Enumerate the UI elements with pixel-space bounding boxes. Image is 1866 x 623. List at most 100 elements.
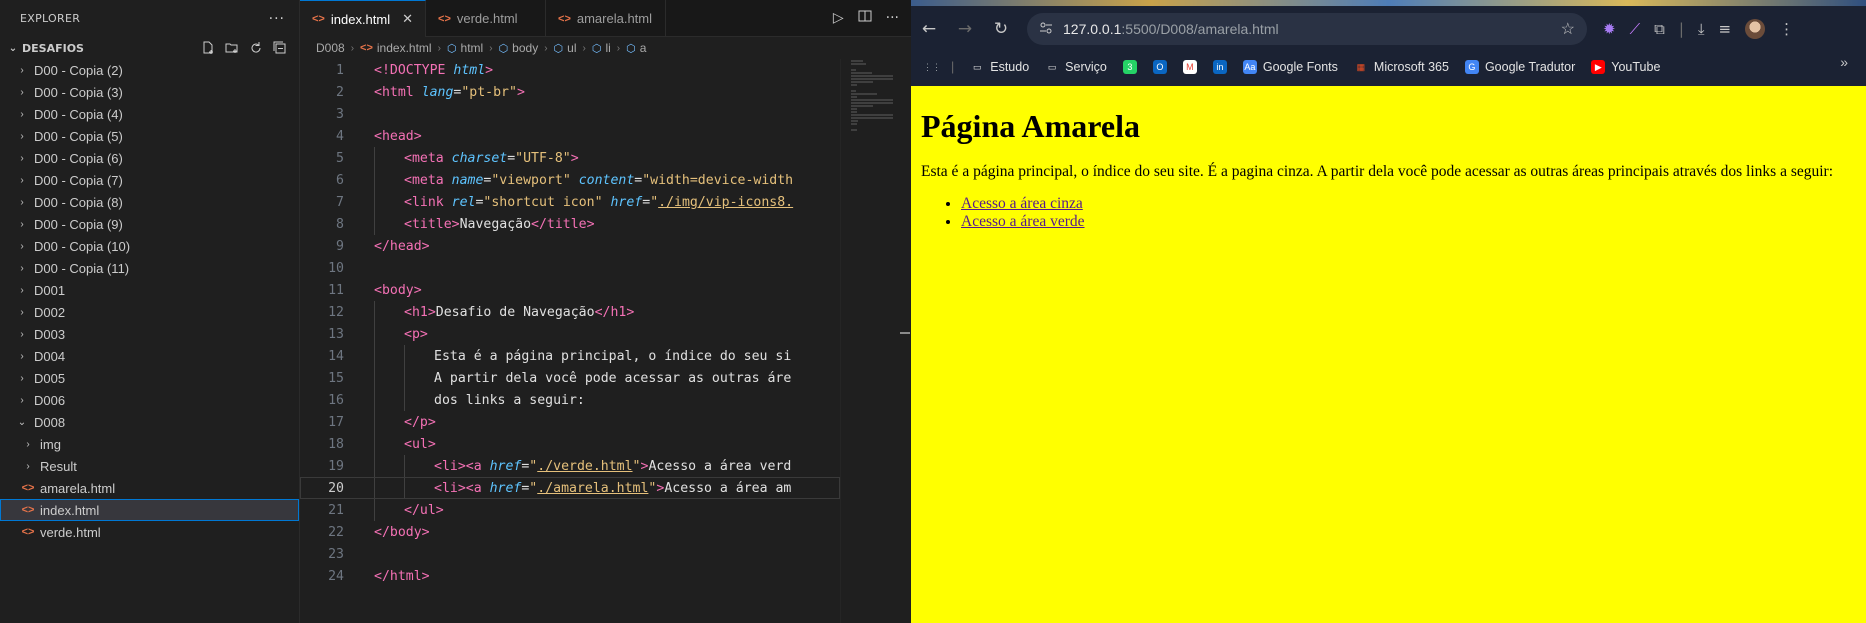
new-file-icon[interactable] [201, 41, 215, 55]
minimap-line [851, 63, 867, 65]
bookmark-item[interactable]: Aa Google Fonts [1242, 60, 1338, 74]
address-bar[interactable]: 127.0.0.1:5500/D008/amarela.html ☆ [1027, 13, 1587, 45]
breadcrumb-item[interactable]: html [461, 41, 484, 55]
editor-tab[interactable]: <> index.html ✕ [300, 0, 427, 37]
tree-folder[interactable]: › D00 - Copia (3) [0, 81, 299, 103]
downloads-icon[interactable]: ⤓ [1698, 20, 1705, 38]
tree-folder[interactable]: › D00 - Copia (6) [0, 147, 299, 169]
indent-guide [374, 169, 404, 191]
tree-item-label: img [40, 436, 61, 452]
bookmark-item[interactable]: ▶ YouTube [1591, 60, 1660, 74]
editor-tab[interactable]: <> verde.html [426, 0, 547, 37]
breadcrumb-item[interactable]: a [640, 41, 647, 55]
bookmark-divider: | [951, 60, 955, 74]
tree-folder[interactable]: › D002 [0, 301, 299, 323]
browser-menu-icon[interactable]: ⋮ [1779, 20, 1794, 38]
breadcrumb-separator-icon: › [582, 42, 586, 54]
bookmark-item[interactable]: ▭ Serviço [1045, 60, 1107, 74]
link-cinza[interactable]: Acesso a área cinza [961, 195, 1083, 212]
tree-folder[interactable]: › D00 - Copia (7) [0, 169, 299, 191]
forward-arrow-icon[interactable]: → [947, 19, 983, 39]
tree-folder[interactable]: › D006 [0, 389, 299, 411]
chevron-right-icon: › [20, 394, 24, 406]
refresh-icon[interactable] [249, 41, 263, 55]
tree-file[interactable]: <> amarela.html [0, 477, 299, 499]
editor-more-icon[interactable]: ··· [886, 10, 899, 26]
code-line: 24 </html> [300, 565, 840, 587]
tree-item-label: D00 - Copia (5) [34, 128, 123, 144]
tree-folder[interactable]: › D005 [0, 367, 299, 389]
code-text: <body> [348, 283, 422, 298]
tree-folder[interactable]: › D00 - Copia (9) [0, 213, 299, 235]
tree-folder[interactable]: › img [0, 433, 299, 455]
link-verde[interactable]: Acesso a área verde [961, 213, 1085, 230]
bookmark-item[interactable]: ▭ Estudo [970, 60, 1029, 74]
linkedin-icon: in [1212, 60, 1227, 74]
tree-folder[interactable]: › Result [0, 455, 299, 477]
code-token: <!DOCTYPE [374, 62, 454, 78]
code-token: ./verde.html [537, 459, 633, 474]
breadcrumb-item[interactable]: ul [567, 41, 576, 55]
bookmark-item[interactable]: 3 [1122, 60, 1137, 74]
bookmark-item[interactable]: ▦ Microsoft 365 [1354, 60, 1449, 74]
tree-folder[interactable]: › D00 - Copia (11) [0, 257, 299, 279]
minimap[interactable] [840, 59, 900, 623]
extension-feather-icon[interactable]: ⟋ [1630, 20, 1641, 38]
breadcrumb-item[interactable]: body [512, 41, 538, 55]
back-arrow-icon[interactable]: ← [911, 19, 947, 39]
indent-guide [374, 147, 404, 169]
tree-folder[interactable]: › D00 - Copia (10) [0, 235, 299, 257]
extension-gear-icon[interactable]: ✹ [1603, 20, 1616, 38]
tree-folder[interactable]: ⌄ D008 [0, 411, 299, 433]
bookmark-label: Microsoft 365 [1373, 60, 1449, 74]
code-editor[interactable]: 1 <!DOCTYPE html> 2 <html lang="pt-br"> 3 4 <h… [300, 59, 840, 623]
code-token: lang [421, 84, 454, 100]
split-editor-icon[interactable] [858, 9, 872, 27]
tree-folder[interactable]: › D00 - Copia (8) [0, 191, 299, 213]
code-text: </html> [348, 569, 430, 584]
explorer-sidebar: EXPLORER ··· ⌄ DESAFIOS › D00 - Copia (2… [0, 0, 300, 623]
code-line: 20 <li><a href="./amarela.html">Acesso a … [300, 477, 840, 499]
bookmark-item[interactable]: ⋮⋮ | [923, 60, 955, 74]
code-token: </ul> [404, 503, 444, 518]
breadcrumb-item[interactable]: index.html [377, 41, 432, 55]
more-actions-icon[interactable]: ··· [269, 11, 285, 27]
editor-tab[interactable]: <> amarela.html [546, 0, 667, 37]
breadcrumb-separator-icon: › [544, 42, 548, 54]
chevron-right-icon: › [20, 372, 24, 384]
extensions-puzzle-icon[interactable]: ⧉ [1654, 20, 1665, 38]
link-list: Acesso a área cinza Acesso a área verde [921, 195, 1866, 231]
bookmark-item[interactable]: O [1152, 60, 1167, 74]
bookmark-item[interactable]: in [1212, 60, 1227, 74]
collapse-all-icon[interactable] [273, 41, 287, 55]
bookmarks-overflow-icon[interactable]: » [1840, 54, 1848, 70]
line-number: 20 [328, 480, 344, 496]
code-text: </head> [348, 239, 430, 254]
tree-folder[interactable]: › D003 [0, 323, 299, 345]
reload-icon[interactable]: ↻ [983, 19, 1019, 39]
close-icon[interactable]: ✕ [402, 11, 413, 27]
bookmark-item[interactable]: M [1182, 60, 1197, 74]
run-icon[interactable]: ▷ [833, 10, 844, 26]
reading-list-icon[interactable]: ≡ [1719, 20, 1732, 38]
minimap-line [851, 84, 857, 86]
element-symbol-icon: ⬡ [498, 42, 509, 55]
tree-file[interactable]: <> verde.html [0, 521, 299, 543]
tree-folder[interactable]: › D004 [0, 345, 299, 367]
tree-folder[interactable]: › D00 - Copia (5) [0, 125, 299, 147]
tree-folder[interactable]: › D00 - Copia (4) [0, 103, 299, 125]
workspace-folder[interactable]: ⌄ DESAFIOS [0, 37, 299, 59]
tree-folder[interactable]: › D001 [0, 279, 299, 301]
site-info-icon[interactable] [1039, 21, 1053, 38]
breadcrumb-item[interactable]: D008 [316, 41, 345, 55]
tree-folder[interactable]: › D00 - Copia (2) [0, 59, 299, 81]
line-number: 8 [336, 216, 344, 232]
profile-avatar[interactable] [1745, 19, 1766, 39]
code-token: "pt-br" [461, 84, 517, 100]
code-token: <li><a [434, 481, 490, 496]
tree-file[interactable]: <> index.html [0, 499, 299, 521]
bookmark-item[interactable]: G Google Tradutor [1464, 60, 1575, 74]
new-folder-icon[interactable] [225, 41, 239, 55]
breadcrumb-item[interactable]: li [605, 41, 610, 55]
bookmark-star-icon[interactable]: ☆ [1561, 19, 1575, 39]
